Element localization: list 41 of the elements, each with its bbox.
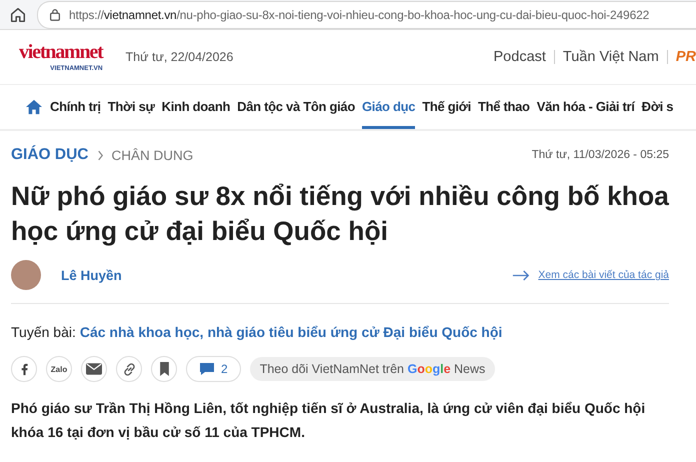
arrow-right-icon xyxy=(512,270,530,280)
bookmark-button[interactable] xyxy=(151,356,177,382)
nav-tab[interactable]: Văn hóa - Giải trí xyxy=(536,85,635,129)
breadcrumb-link[interactable]: GIÁO DỤC xyxy=(11,146,88,164)
publish-date: Thứ tư, 11/03/2026 - 05:25 xyxy=(532,149,669,161)
speech-bubble-icon xyxy=(199,362,215,376)
author-name[interactable]: Lê Huyền xyxy=(61,268,122,282)
facebook-share-button[interactable] xyxy=(11,356,37,382)
nav-tab[interactable]: Đời s xyxy=(642,85,674,129)
email-share-button[interactable] xyxy=(81,356,107,382)
nav-tab[interactable]: Thể thao xyxy=(478,85,530,129)
facebook-icon xyxy=(20,362,28,376)
header-link[interactable]: Tuần Việt Nam xyxy=(562,49,659,65)
zalo-share-button[interactable]: Zalo xyxy=(46,356,72,382)
article-lead: Phó giáo sư Trần Thị Hồng Liên, tốt nghiệp tiến sĩ ở Australia, là ứng cử viên đại biểu Quốc hội khóa 16 tại đơn vị bầu cử số 11 của TPHCM. xyxy=(11,399,646,442)
comments-button[interactable]: 2 xyxy=(186,356,241,382)
chevron-icon xyxy=(96,150,104,160)
series-link[interactable]: Các nhà khoa học, nhà giáo tiêu biểu ứng cử Đại biểu Quốc hội xyxy=(80,324,502,340)
nav-tab[interactable]: Giáo dục xyxy=(362,85,416,129)
nav-tab[interactable]: Kinh doanh xyxy=(162,85,230,129)
article-title: Nữ phó giáo sư 8x nổi tiếng với nhiều công bố khoa học ứng cử đại biểu Quốc hội xyxy=(11,180,670,248)
home-icon[interactable] xyxy=(9,6,27,24)
header-link[interactable]: Podcast xyxy=(494,49,546,65)
breadcrumb-link[interactable]: CHÂN DUNG xyxy=(112,148,194,162)
author-articles-link[interactable]: Xem các bài viết của tác giả xyxy=(538,269,669,281)
url-text: https://vietnamnet.vn/nu-pho-giao-su-8x-noi-tieng-voi-nhieu-cong-bo-khoa-hoc-ung-cu-dai-bieu-quoc-hoi-249622 xyxy=(69,8,650,22)
google-news-follow-button[interactable]: Theo dõi VietNamNet trên Google News xyxy=(250,357,496,381)
site-info-icon[interactable] xyxy=(48,8,62,22)
nav-tab[interactable]: Chính trị xyxy=(50,85,101,129)
home-icon[interactable] xyxy=(25,99,43,115)
address-field[interactable]: https://vietnamnet.vn/nu-pho-giao-su-8x-noi-tieng-voi-nhieu-cong-bo-khoa-hoc-ung-cu-dai-bieu-quoc-hoi-249622 xyxy=(37,0,696,28)
current-date: Thứ tư, 22/04/2026 xyxy=(126,50,234,64)
bookmark-icon xyxy=(158,362,170,376)
nav-tab[interactable]: Thời sự xyxy=(108,85,155,129)
author-avatar xyxy=(11,260,41,290)
envelope-icon xyxy=(86,363,102,375)
series-label: Tuyến bài: xyxy=(11,324,76,340)
link-icon xyxy=(122,362,136,376)
nav-tab[interactable]: Dân tộc và Tôn giáo xyxy=(237,85,355,129)
copy-link-button[interactable] xyxy=(116,356,142,382)
nav-tab[interactable]: Thế giới xyxy=(422,85,471,129)
